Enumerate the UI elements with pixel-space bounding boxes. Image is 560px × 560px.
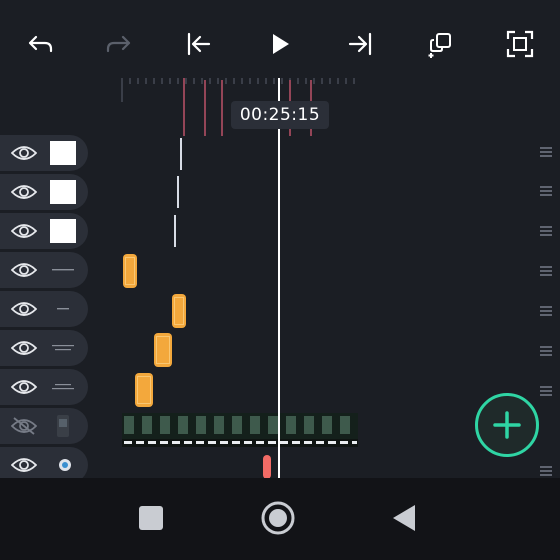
layer-thumbnail <box>50 180 76 204</box>
undo-icon <box>28 35 53 53</box>
triangle-back-icon <box>393 505 415 531</box>
play-icon <box>273 34 289 54</box>
back-button[interactable] <box>384 498 424 538</box>
add-icon <box>493 411 521 439</box>
layer-clip[interactable] <box>172 294 186 328</box>
layer-row[interactable] <box>0 135 88 171</box>
eye-icon[interactable] <box>11 221 37 241</box>
eye-icon[interactable] <box>11 338 37 358</box>
layer-thumbnail <box>50 141 76 165</box>
square-icon <box>139 506 163 530</box>
drag-handle-icon[interactable] <box>540 466 552 476</box>
drag-handle-icon[interactable] <box>540 186 552 196</box>
skip-to-start-icon <box>187 32 211 56</box>
layer-row[interactable] <box>0 330 88 366</box>
skip-to-end-button[interactable] <box>338 22 382 66</box>
duplicate-layer-icon <box>428 33 451 58</box>
layer-clip[interactable] <box>123 254 137 288</box>
layer-thumbnail <box>50 297 76 321</box>
layer-thumbnail <box>50 219 76 243</box>
layer-row[interactable] <box>0 369 88 405</box>
skip-to-end-icon <box>348 32 372 56</box>
layer-clip[interactable] <box>174 215 176 247</box>
top-toolbar <box>0 0 560 78</box>
home-button[interactable] <box>258 498 298 538</box>
eye-icon[interactable] <box>11 455 37 475</box>
fullscreen-button[interactable] <box>498 22 542 66</box>
video-clip[interactable] <box>122 413 358 447</box>
layer-thumbnail <box>50 375 76 399</box>
layer-row[interactable] <box>0 213 88 249</box>
duplicate-button[interactable] <box>418 22 462 66</box>
drag-handle-icon[interactable] <box>540 266 552 276</box>
eye-icon[interactable] <box>11 182 37 202</box>
layer-thumbnail <box>50 258 76 282</box>
system-nav-bar <box>0 478 560 560</box>
layer-clip[interactable] <box>135 373 153 407</box>
layer-clip[interactable] <box>154 333 172 367</box>
circle-icon <box>261 501 295 535</box>
layer-row[interactable] <box>0 174 88 210</box>
drag-handle-icon[interactable] <box>540 147 552 157</box>
undo-button[interactable] <box>18 22 62 66</box>
drag-handle-icon[interactable] <box>540 226 552 236</box>
layer-thumbnail <box>50 414 76 438</box>
play-button[interactable] <box>258 22 302 66</box>
fullscreen-icon <box>506 30 534 58</box>
add-layer-button[interactable] <box>475 393 539 457</box>
current-time: 00:25:15 <box>231 101 329 129</box>
layer-thumbnail <box>50 336 76 360</box>
eye-icon[interactable] <box>11 299 37 319</box>
layer-thumbnail <box>50 453 76 477</box>
layer-clip[interactable] <box>177 176 179 208</box>
eye-icon[interactable] <box>11 260 37 280</box>
drag-handle-icon[interactable] <box>540 386 552 396</box>
layer-row[interactable] <box>0 291 88 327</box>
drag-handle-icon[interactable] <box>540 346 552 356</box>
eye-off-icon[interactable] <box>11 416 37 436</box>
playhead[interactable] <box>278 78 280 478</box>
recents-button[interactable] <box>131 498 171 538</box>
audio-marker[interactable] <box>263 455 271 479</box>
layer-row[interactable] <box>0 408 88 444</box>
layer-clip[interactable] <box>180 138 182 170</box>
eye-icon[interactable] <box>11 143 37 163</box>
redo-icon <box>106 35 131 53</box>
redo-button[interactable] <box>97 22 141 66</box>
eye-icon[interactable] <box>11 377 37 397</box>
drag-handle-icon[interactable] <box>540 306 552 316</box>
skip-to-start-button[interactable] <box>177 22 221 66</box>
layer-row[interactable] <box>0 252 88 288</box>
